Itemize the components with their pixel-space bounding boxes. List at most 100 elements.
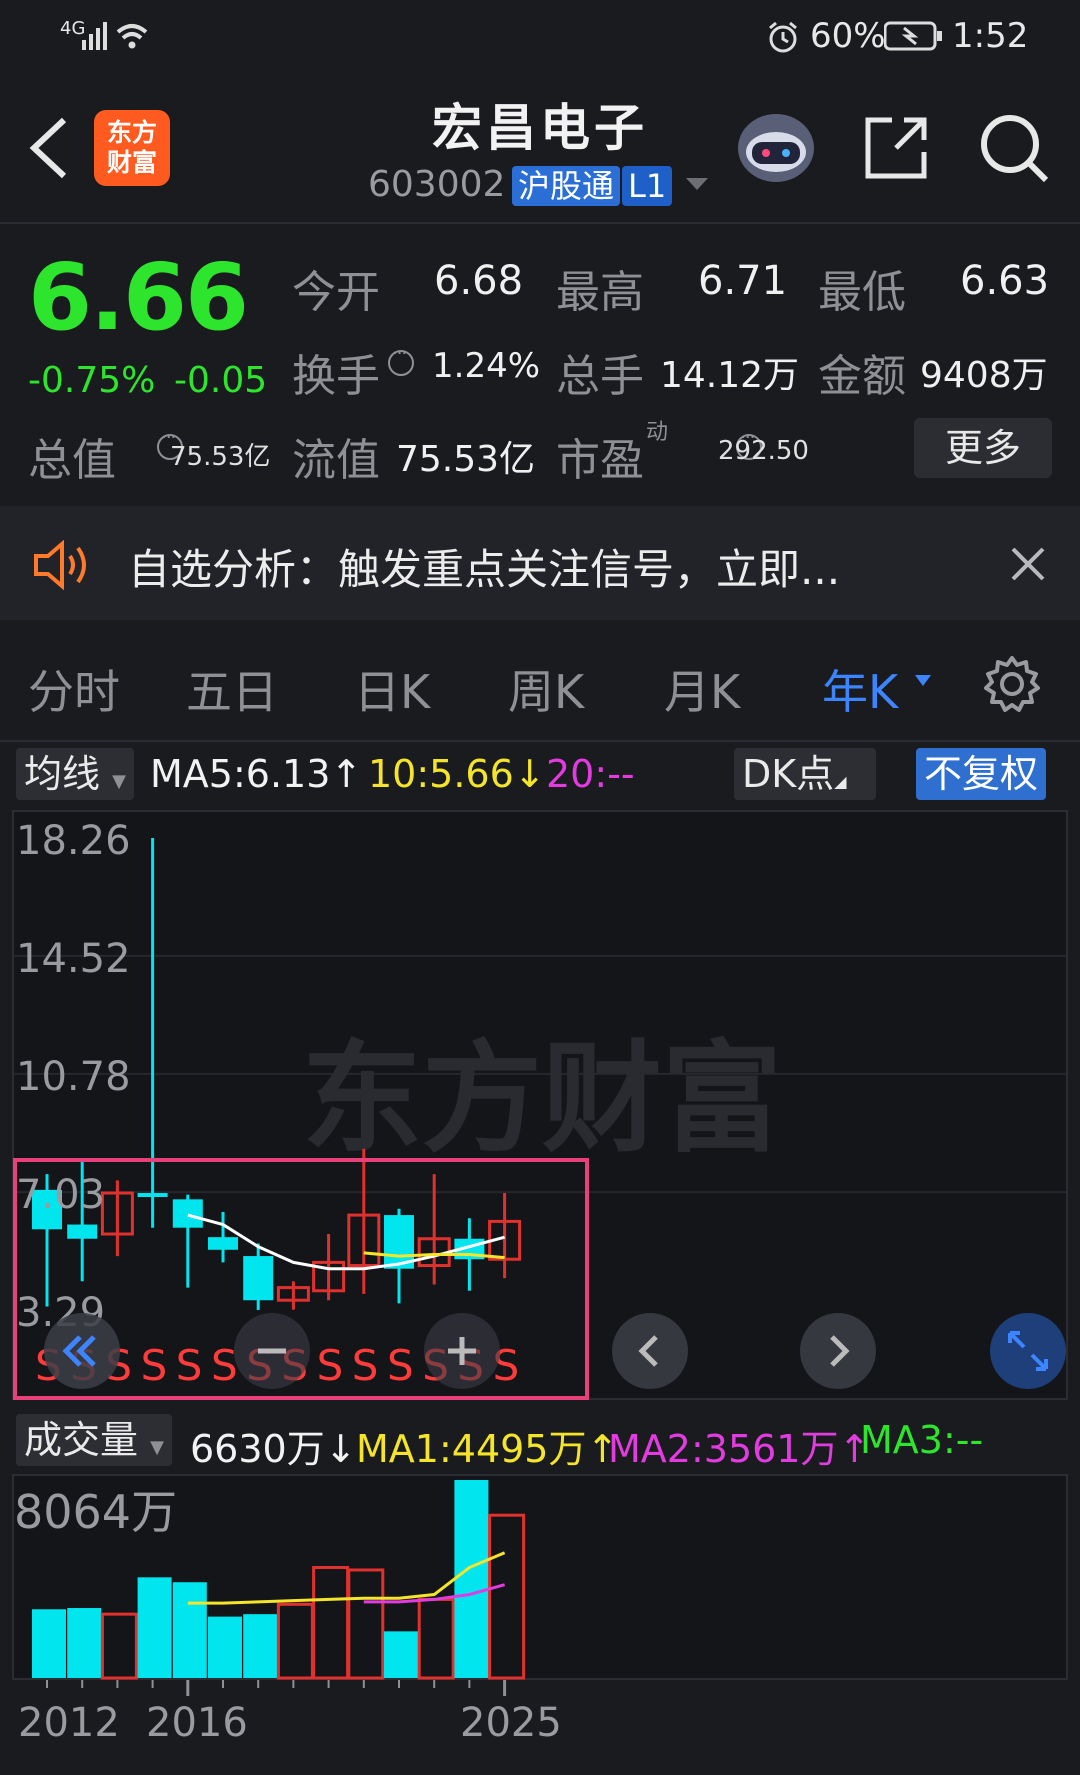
change-percent: -0.75% [28, 360, 156, 401]
amount-value: 9408万 [920, 355, 1048, 396]
mktcap-value: 75.53亿 [170, 442, 271, 472]
mktcap-label: 总值 [28, 435, 116, 486]
candle-body [172, 1199, 203, 1228]
close-icon[interactable] [1010, 546, 1046, 582]
period-tabs: 分时 五日 日K 周K 月K 年K [0, 636, 1080, 740]
volume-value: 14.12万 [660, 355, 800, 396]
indicator-select[interactable]: 均线 ▼ [16, 748, 134, 800]
header-divider [0, 222, 1080, 224]
volume-bar [172, 1582, 207, 1678]
share-icon[interactable] [862, 114, 930, 182]
candlestick-chart[interactable]: 东方财富 18.2614.5210.787.033.29 SSSSSSSSSSS… [12, 810, 1068, 1400]
dk-point-label: DK点 [742, 752, 835, 796]
open-label: 今开 [292, 267, 380, 318]
info-icon[interactable] [388, 343, 414, 376]
tabs-divider [0, 740, 1080, 742]
volume-bar [137, 1577, 172, 1678]
battery-percent: 60% [810, 16, 886, 56]
watermark: 东方财富 [302, 1032, 782, 1166]
vol-ma3: MA3:-- [860, 1418, 984, 1462]
ma5-value: MA5:6.13↑ [150, 752, 363, 796]
next-button[interactable] [800, 1313, 876, 1389]
tab-intraday[interactable]: 分时 [28, 656, 120, 722]
pe-sup: 动 [646, 420, 669, 445]
amount-label: 金额 [818, 351, 906, 402]
tab-monthly-k[interactable]: 月K [664, 656, 740, 722]
volume-chart[interactable]: 8064万 [12, 1474, 1068, 1680]
volume-current: 6630万↓ [190, 1427, 357, 1471]
volume-label: 总手 [556, 351, 644, 402]
tab-yearly-k[interactable]: 年K [822, 656, 898, 722]
expand-icon [1008, 1331, 1048, 1371]
price-axis-label: 10.78 [16, 1054, 131, 1100]
volume-bar [454, 1480, 489, 1678]
turnover-label: 换手 [292, 351, 380, 402]
search-icon[interactable] [978, 112, 1050, 184]
volume-bar [384, 1631, 418, 1678]
chevron-left-icon [638, 1335, 658, 1367]
candle-body [137, 1193, 168, 1198]
signal-marker: S [317, 1341, 344, 1390]
dropdown-arrow-icon[interactable] [684, 176, 710, 194]
volume-bar [32, 1609, 66, 1678]
low-label: 最低 [818, 267, 906, 318]
vol-ma2: MA2:3561万↑ [608, 1427, 871, 1471]
status-bar: 4G 60% 1:52 [0, 0, 1080, 72]
clock-time: 1:52 [952, 16, 1029, 56]
minus-icon [258, 1348, 286, 1354]
pe-label: 市盈 [556, 435, 644, 486]
ma10-value: 10:5.66↓ [368, 752, 546, 796]
notice-text: 自选分析：触发重点关注信号，立即... [128, 545, 841, 594]
speaker-icon [34, 540, 86, 590]
x-axis: 2012 2016 2025 [0, 1680, 1080, 1775]
tab-daily-k[interactable]: 日K [354, 656, 430, 722]
notice-bar[interactable]: 自选分析：触发重点关注信号，立即... [0, 506, 1080, 620]
tab-weekly-k[interactable]: 周K [508, 656, 584, 722]
float-value: 75.53亿 [396, 439, 536, 480]
candle-body [243, 1256, 274, 1301]
adjust-button[interactable]: 不复权 [916, 748, 1047, 800]
fullscreen-button[interactable] [990, 1313, 1066, 1389]
volume-indicator-select[interactable]: 成交量 ▼ [16, 1414, 172, 1466]
volume-bar [208, 1616, 242, 1678]
volume-bar [243, 1614, 278, 1678]
pe-value: 292.50 [718, 436, 809, 466]
float-label: 流值 [292, 435, 380, 486]
current-price: 6.66 [28, 244, 249, 351]
x-label: 2012 [18, 1700, 120, 1746]
zoom-in-button[interactable] [424, 1313, 500, 1389]
signal-marker: S [141, 1341, 168, 1390]
plus-icon [448, 1337, 476, 1365]
prev-button[interactable] [612, 1313, 688, 1389]
signal-marker: S [352, 1341, 379, 1390]
x-label: 2016 [146, 1700, 248, 1746]
turnover-value: 1.24% [432, 346, 541, 386]
price-axis-label: 14.52 [16, 936, 131, 982]
change-amount: -0.05 [174, 360, 268, 401]
signal-marker: S [176, 1341, 203, 1390]
x-label: 2025 [460, 1700, 562, 1746]
high-value: 6.71 [698, 258, 788, 304]
candle-body [208, 1237, 238, 1250]
alarm-icon [769, 21, 797, 53]
connect-badge[interactable]: 沪股通 [512, 166, 621, 206]
gear-icon[interactable] [982, 654, 1042, 714]
chevron-right-icon [830, 1335, 850, 1367]
zoom-out-button[interactable] [234, 1313, 310, 1389]
vol-ma1: MA1:4495万↑ [356, 1427, 619, 1471]
tab-dropdown-icon[interactable] [914, 674, 932, 688]
level-badge[interactable]: L1 [622, 166, 673, 206]
signal-marker: S [387, 1341, 414, 1390]
open-value: 6.68 [434, 258, 524, 304]
rewind-button[interactable] [44, 1313, 120, 1389]
tab-five-day[interactable]: 五日 [186, 656, 278, 722]
robot-assistant-icon[interactable] [734, 106, 818, 186]
price-axis-label: 7.03 [16, 1172, 105, 1218]
ma20-value: 20:-- [546, 752, 635, 796]
x-axis-ticks [46, 1680, 507, 1696]
dk-point-button[interactable]: DK点◢ [734, 748, 876, 800]
volume-bar [67, 1608, 102, 1678]
double-chevron-left-icon [62, 1335, 96, 1367]
signal-wifi-icon [82, 22, 148, 50]
more-button[interactable]: 更多 [914, 418, 1052, 478]
